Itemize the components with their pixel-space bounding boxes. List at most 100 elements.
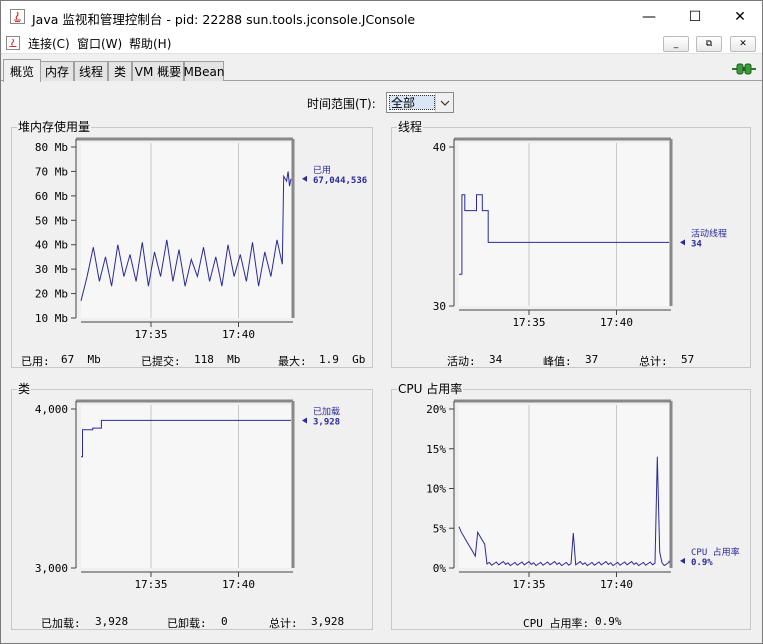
x-tick-label: 17:40	[222, 328, 255, 341]
heap-committed-value: 118 Mb	[194, 353, 241, 366]
maximize-icon: ☐	[688, 8, 702, 25]
plot-area	[81, 143, 291, 318]
classes-unloaded-label: 已卸载:	[167, 617, 207, 630]
heap-memory-chart[interactable]: 17:35 17:40 80 Mb 70 Mb 60 Mb 50 Mb 40 Mb 30 Mb…	[12, 128, 374, 348]
x-tick-label: 17:35	[512, 316, 545, 329]
threads-peak-label: 峰值:	[543, 355, 572, 368]
menu-window[interactable]: 窗口(W)	[77, 35, 122, 52]
mdi-minimize-button[interactable]: _	[663, 36, 689, 52]
time-range-value: 全部	[389, 95, 435, 110]
mdi-restore-button[interactable]: ⧉	[696, 36, 722, 52]
heap-used-value: 67 Mb	[61, 353, 101, 366]
jconsole-window: Java 监视和管理控制台 - pid: 22288 sun.tools.jco…	[0, 0, 763, 644]
y-tick-label: 40	[433, 141, 446, 154]
tab-overview[interactable]: 概览	[3, 59, 41, 82]
y-tick-label: 60 Mb	[35, 190, 68, 203]
time-range-select[interactable]: 全部	[386, 92, 454, 113]
time-range-label: 时间范围(T):	[307, 97, 376, 111]
y-tick-label: 20 Mb	[35, 288, 68, 301]
y-tick-label: 80 Mb	[35, 141, 68, 154]
minimize-icon: _	[673, 39, 679, 49]
menu-connection[interactable]: 连接(C)	[28, 35, 70, 52]
y-tick-label: 10%	[426, 483, 446, 496]
tab-vm-summary[interactable]: VM 概要	[132, 61, 184, 81]
y-tick-label: 0%	[433, 562, 447, 575]
y-tick-label: 50 Mb	[35, 214, 68, 227]
y-tick-label: 30	[433, 300, 446, 313]
classes-total-value: 3,928	[311, 615, 345, 628]
legend-name: 已加载	[313, 405, 340, 417]
java-app-icon	[10, 9, 25, 24]
plot-area	[459, 405, 669, 568]
legend-marker	[302, 417, 307, 424]
x-tick-label: 17:35	[134, 328, 167, 341]
heap-memory-panel: 堆内存使用量 17:35 17:40 80 Mb 70 Mb 60 Mb 50 Mb 40 …	[11, 120, 374, 368]
x-tick-label: 17:40	[600, 316, 633, 329]
y-tick-label: 5%	[433, 522, 447, 535]
x-tick-label: 17:35	[134, 578, 167, 591]
classes-total-label: 总计:	[269, 617, 298, 630]
threads-peak-value: 37	[585, 353, 599, 366]
x-tick-label: 17:40	[600, 578, 633, 591]
menu-help[interactable]: 帮助(H)	[129, 35, 171, 52]
mdi-close-button[interactable]: ✕	[730, 36, 756, 52]
legend-name: CPU 占用率	[691, 546, 740, 558]
legend-value: 34	[691, 239, 702, 249]
threads-panel: 线程 17:35 17:40 40 30 活动线程 34 活动: 34 峰值: 37 总计…	[391, 120, 752, 368]
classes-loaded-label: 已加载:	[41, 617, 81, 630]
connection-status-icon	[732, 63, 756, 75]
classes-loaded-value: 3,928	[95, 615, 129, 628]
chevron-down-icon[interactable]	[435, 93, 453, 112]
heap-used-label: 已用:	[21, 355, 50, 368]
close-icon: ✕	[739, 39, 747, 49]
threads-chart[interactable]: 17:35 17:40 40 30 活动线程34	[392, 128, 752, 348]
x-tick-label: 17:35	[512, 578, 545, 591]
y-tick-label: 15%	[426, 443, 446, 456]
legend-marker	[302, 175, 307, 182]
heap-committed-label: 已提交:	[141, 355, 181, 368]
threads-live-label: 活动:	[447, 355, 476, 368]
heap-max-label: 最大:	[278, 355, 307, 368]
maximize-button[interactable]: ☐	[672, 1, 718, 32]
title-bar[interactable]: Java 监视和管理控制台 - pid: 22288 sun.tools.jco…	[1, 1, 762, 32]
threads-total-value: 57	[681, 353, 695, 366]
y-tick-label: 40 Mb	[35, 239, 68, 252]
y-tick-label: 20%	[426, 403, 446, 416]
classes-unloaded-value: 0	[221, 615, 228, 628]
legend-value: 67,044,536	[313, 176, 367, 186]
threads-live-value: 34	[489, 353, 503, 366]
plot-area	[81, 405, 291, 568]
minimize-button[interactable]: —	[626, 1, 672, 32]
x-tick-label: 17:40	[222, 578, 255, 591]
cpu-usage-panel: CPU 占用率 17:35 17:40 20% 15% 10% 5% 0% CPU 占用率 0.…	[391, 382, 752, 630]
classes-panel: 类 17:35 17:40 4,000 3,000 已加载 3,928 已加载: 3,92…	[11, 382, 374, 630]
close-icon: ✕	[734, 8, 746, 25]
tab-mbean[interactable]: MBean	[184, 61, 224, 81]
cpu-usage-chart[interactable]: 17:35 17:40 20% 15% 10% 5% 0% CPU 占用率0.9%	[392, 390, 752, 610]
cpu-usage-label: CPU 占用率:	[523, 617, 590, 630]
tab-classes[interactable]: 类	[108, 61, 132, 81]
y-tick-label: 3,000	[35, 562, 68, 575]
menu-bar: 连接(C) 窗口(W) 帮助(H) _ ⧉ ✕	[1, 32, 762, 54]
legend-value: 3,928	[313, 417, 340, 427]
minimize-icon: —	[642, 8, 656, 25]
y-tick-label: 70 Mb	[35, 165, 68, 178]
tab-strip: 概览 内存 线程 类 VM 概要 MBean	[1, 59, 762, 82]
legend-marker	[680, 239, 685, 246]
tab-memory[interactable]: 内存	[40, 61, 74, 81]
plot-area	[459, 143, 669, 306]
y-tick-label: 4,000	[35, 403, 68, 416]
java-frame-icon[interactable]	[6, 36, 20, 50]
legend-value: 0.9%	[691, 558, 713, 568]
tab-threads[interactable]: 线程	[74, 61, 108, 81]
legend-name: 活动线程	[691, 227, 727, 239]
window-title: Java 监视和管理控制台 - pid: 22288 sun.tools.jco…	[32, 12, 416, 27]
restore-icon: ⧉	[705, 39, 713, 49]
close-button[interactable]: ✕	[717, 1, 763, 32]
classes-chart[interactable]: 17:35 17:40 4,000 3,000 已加载3,928	[12, 390, 374, 610]
cpu-usage-value: 0.9%	[595, 615, 622, 628]
legend-name: 已用	[313, 165, 331, 176]
legend-marker	[680, 557, 685, 564]
y-tick-label: 10 Mb	[35, 312, 68, 325]
heap-max-value: 1.9 Gb	[319, 353, 366, 366]
